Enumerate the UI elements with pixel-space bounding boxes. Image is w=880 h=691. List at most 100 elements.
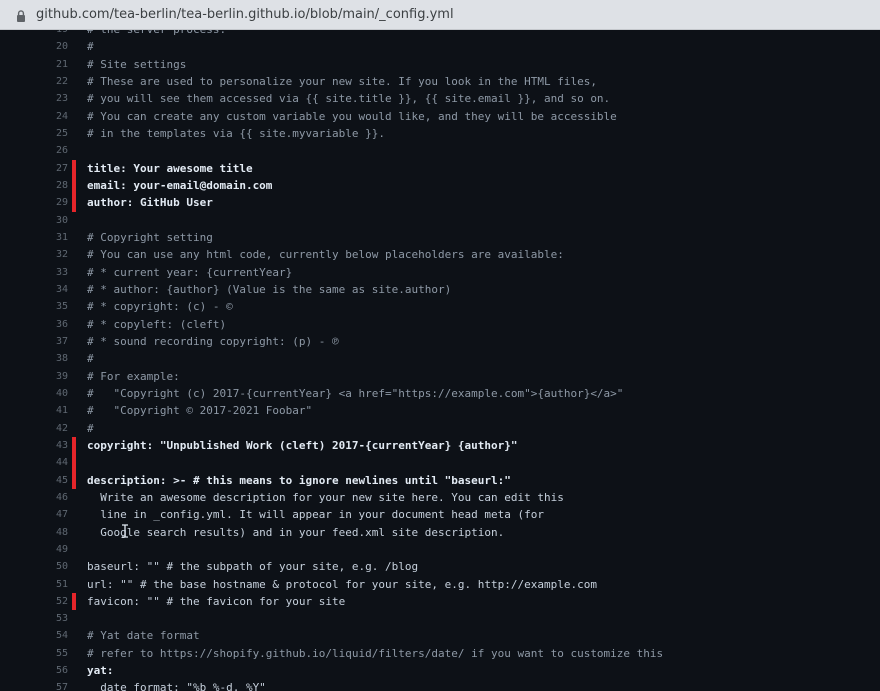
line-text: # in the templates via {{ site.myvariabl… bbox=[87, 126, 386, 140]
line-number[interactable]: 24 bbox=[0, 108, 68, 125]
code-line: 49 bbox=[0, 541, 880, 558]
line-text: # refer to https://shopify.github.io/liq… bbox=[87, 646, 664, 660]
highlight-marker bbox=[72, 436, 76, 455]
line-text: # "Copyright © 2017-2021 Foobar" bbox=[87, 404, 313, 418]
line-number[interactable]: 47 bbox=[0, 506, 68, 523]
line-text: # You can create any custom variable you… bbox=[87, 109, 617, 123]
line-number[interactable]: 41 bbox=[0, 402, 68, 419]
line-number[interactable]: 45 bbox=[0, 472, 68, 489]
line-number[interactable]: 30 bbox=[0, 212, 68, 229]
code-line: 55 # refer to https://shopify.github.io/l… bbox=[0, 645, 880, 662]
line-number[interactable]: 23 bbox=[0, 90, 68, 107]
code-line: 24 # You can create any custom variable y… bbox=[0, 108, 880, 125]
line-number[interactable]: 51 bbox=[0, 576, 68, 593]
code-line: 21 # Site settings bbox=[0, 56, 880, 73]
code-line: 37 # * sound recording copyright: (p) - ℗ bbox=[0, 333, 880, 350]
line-number[interactable]: 56 bbox=[0, 662, 68, 679]
code-line: 31 # Copyright setting bbox=[0, 229, 880, 246]
code-line: 54 # Yat date format bbox=[0, 627, 880, 644]
line-number[interactable]: 48 bbox=[0, 524, 68, 541]
code-line: 39 # For example: bbox=[0, 368, 880, 385]
code-line: 32 # You can use any html code, currently… bbox=[0, 246, 880, 263]
line-text: url: "" # the base hostname & protocol f… bbox=[87, 577, 597, 591]
code-line: 19 # the server process. bbox=[0, 30, 880, 38]
address-bar[interactable]: github.com/tea-berlin/tea-berlin.github.… bbox=[0, 0, 880, 30]
line-text: # * sound recording copyright: (p) - ℗ bbox=[87, 334, 339, 348]
line-text: # You can use any html code, currently b… bbox=[87, 248, 564, 262]
line-text: date_format: "%b %-d, %Y" bbox=[87, 681, 266, 691]
line-text: # * copyright: (c) - © bbox=[87, 300, 233, 314]
line-text: Google search results) and in your feed.… bbox=[87, 525, 505, 539]
code-line: 48 Google search results) and in your fe… bbox=[0, 524, 880, 541]
line-number[interactable]: 40 bbox=[0, 385, 68, 402]
code-line: 26 bbox=[0, 142, 880, 159]
code-line: 28 email: your-email@domain.com bbox=[0, 176, 880, 195]
line-number[interactable]: 26 bbox=[0, 142, 68, 159]
line-number[interactable]: 46 bbox=[0, 489, 68, 506]
code-line: 33 # * current year: {currentYear} bbox=[0, 264, 880, 281]
line-text: yat: bbox=[87, 664, 114, 678]
line-number[interactable]: 49 bbox=[0, 541, 68, 558]
highlight-marker bbox=[72, 592, 76, 611]
code-line: 22 # These are used to personalize your n… bbox=[0, 73, 880, 90]
code-line: 23 # you will see them accessed via {{ si… bbox=[0, 90, 880, 107]
code-line: 29 author: GitHub User bbox=[0, 194, 880, 212]
line-number[interactable]: 54 bbox=[0, 627, 68, 644]
line-number[interactable]: 55 bbox=[0, 645, 68, 662]
line-number[interactable]: 28 bbox=[0, 177, 68, 194]
line-text: author: GitHub User bbox=[87, 196, 213, 210]
code-line: 35 # * copyright: (c) - © bbox=[0, 298, 880, 315]
line-number[interactable]: 36 bbox=[0, 316, 68, 333]
line-text: baseurl: "" # the subpath of your site, … bbox=[87, 560, 419, 574]
highlight-marker bbox=[72, 176, 76, 195]
text-cursor-icon bbox=[121, 523, 129, 538]
line-number[interactable]: 53 bbox=[0, 610, 68, 627]
line-number[interactable]: 31 bbox=[0, 229, 68, 246]
line-number[interactable]: 32 bbox=[0, 246, 68, 263]
line-text: # * copyleft: (cleft) bbox=[87, 317, 227, 331]
line-number[interactable]: 25 bbox=[0, 125, 68, 142]
line-text: # Site settings bbox=[87, 57, 187, 71]
code-line: 40 # "Copyright (c) 2017-{currentYear} <a… bbox=[0, 385, 880, 402]
code-line: 47 line in _config.yml. It will appear i… bbox=[0, 506, 880, 523]
code-line: 34 # * author: {author} (Value is the sam… bbox=[0, 281, 880, 298]
line-number[interactable]: 27 bbox=[0, 160, 68, 177]
line-number[interactable]: 19 bbox=[0, 30, 68, 38]
line-text: # the server process. bbox=[87, 30, 226, 38]
highlight-marker bbox=[72, 454, 76, 472]
line-text: copyright: "Unpublished Work (cleft) 201… bbox=[87, 438, 518, 452]
line-number[interactable]: 50 bbox=[0, 558, 68, 575]
line-number[interactable]: 52 bbox=[0, 593, 68, 610]
line-text: # bbox=[87, 421, 94, 435]
line-number[interactable]: 39 bbox=[0, 368, 68, 385]
line-number[interactable]: 37 bbox=[0, 333, 68, 350]
line-number[interactable]: 22 bbox=[0, 73, 68, 90]
line-text: line in _config.yml. It will appear in y… bbox=[87, 508, 544, 522]
line-number[interactable]: 42 bbox=[0, 420, 68, 437]
code-line: 20 # bbox=[0, 38, 880, 55]
line-text: Write an awesome description for your ne… bbox=[87, 490, 564, 504]
line-number[interactable]: 35 bbox=[0, 298, 68, 315]
line-number[interactable]: 57 bbox=[0, 679, 68, 691]
line-text: # Copyright setting bbox=[87, 230, 213, 244]
lock-icon[interactable] bbox=[14, 8, 28, 22]
line-number[interactable]: 29 bbox=[0, 194, 68, 211]
url-text[interactable]: github.com/tea-berlin/tea-berlin.github.… bbox=[36, 7, 454, 22]
line-number[interactable]: 34 bbox=[0, 281, 68, 298]
code-line: 42 # bbox=[0, 420, 880, 437]
line-text: # "Copyright (c) 2017-{currentYear} <a h… bbox=[87, 386, 624, 400]
line-number[interactable]: 33 bbox=[0, 264, 68, 281]
line-text: # For example: bbox=[87, 369, 180, 383]
line-number[interactable]: 44 bbox=[0, 454, 68, 471]
code-line: 43 copyright: "Unpublished Work (cleft) 2… bbox=[0, 436, 880, 455]
line-number[interactable]: 38 bbox=[0, 350, 68, 367]
code-lines: 19 # the server process. 20 #21 # Site setti… bbox=[0, 30, 880, 691]
code-line: 46 Write an awesome description for your… bbox=[0, 489, 880, 506]
line-text: favicon: "" # the favicon for your site bbox=[87, 594, 346, 608]
line-text: description: >- # this means to ignore n… bbox=[87, 473, 511, 487]
code-line: 25 # in the templates via {{ site.myvaria… bbox=[0, 125, 880, 142]
line-number[interactable]: 20 bbox=[0, 38, 68, 55]
line-number[interactable]: 21 bbox=[0, 56, 68, 73]
line-text: # These are used to personalize your new… bbox=[87, 74, 597, 88]
line-number[interactable]: 43 bbox=[0, 437, 68, 454]
